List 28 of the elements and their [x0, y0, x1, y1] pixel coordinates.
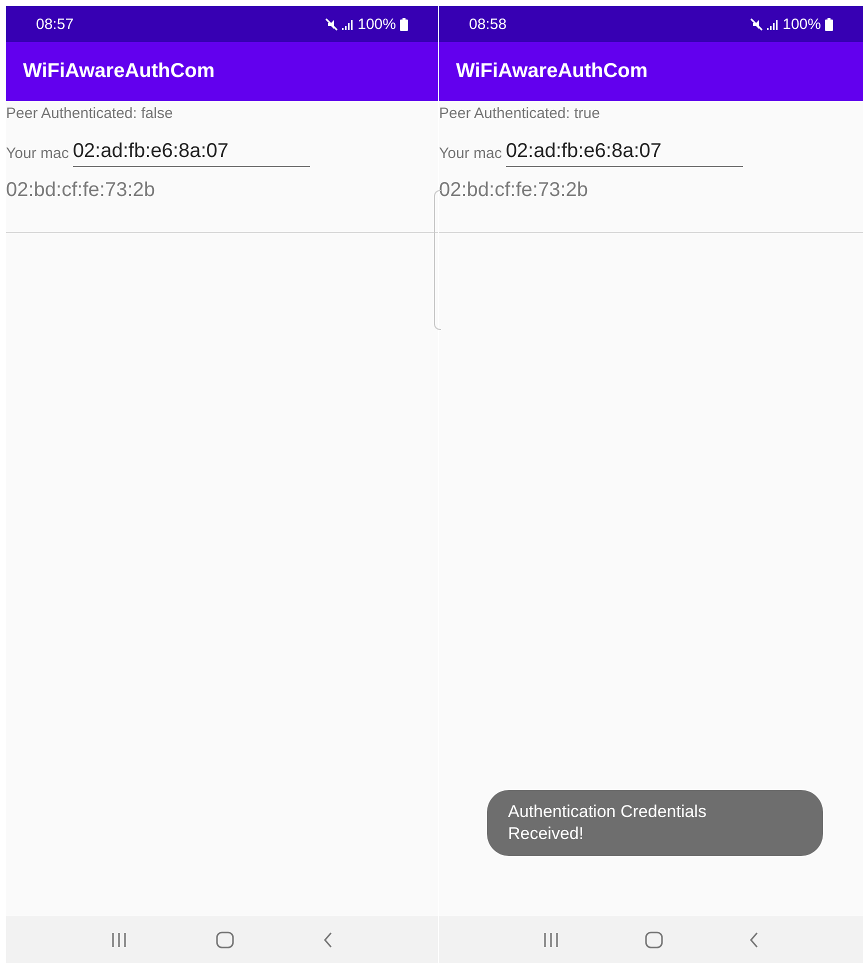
signal-icon — [766, 18, 779, 30]
battery-level: 100% — [358, 16, 396, 32]
edge-panel-handle[interactable] — [434, 190, 441, 330]
app-title: WiFiAwareAuthCom — [23, 60, 215, 83]
battery-icon — [400, 18, 408, 30]
mac-label: Your mac — [6, 145, 69, 164]
app-title: WiFiAwareAuthCom — [456, 60, 648, 83]
peer-mac-item[interactable]: 02:bd:cf:fe:73:2b — [439, 179, 588, 202]
mute-icon — [324, 18, 338, 30]
signal-icon — [342, 18, 354, 30]
battery-level: 100% — [782, 16, 821, 32]
mac-label: Your mac — [439, 145, 502, 164]
home-icon[interactable] — [216, 930, 234, 948]
toast-message: Authentication Credentials Received! — [487, 790, 823, 856]
recents-icon[interactable] — [542, 932, 560, 948]
battery-icon — [825, 18, 833, 30]
mac-input-field[interactable]: 02:ad:fb:e6:8a:07 — [506, 140, 743, 167]
back-icon[interactable] — [322, 932, 334, 948]
recents-icon[interactable] — [110, 932, 128, 948]
peer-status-text: Peer Authenticated: false — [6, 105, 174, 122]
peer-mac-item[interactable]: 02:bd:cf:fe:73:2b — [6, 179, 156, 202]
peer-status-text: Peer Authenticated: true — [439, 105, 601, 122]
home-icon[interactable] — [644, 930, 663, 948]
clock-time: 08:57 — [36, 16, 74, 32]
back-icon[interactable] — [748, 932, 760, 948]
mute-icon — [750, 18, 763, 30]
mac-input-field[interactable]: 02:ad:fb:e6:8a:07 — [72, 140, 310, 167]
clock-time: 08:58 — [469, 16, 507, 32]
